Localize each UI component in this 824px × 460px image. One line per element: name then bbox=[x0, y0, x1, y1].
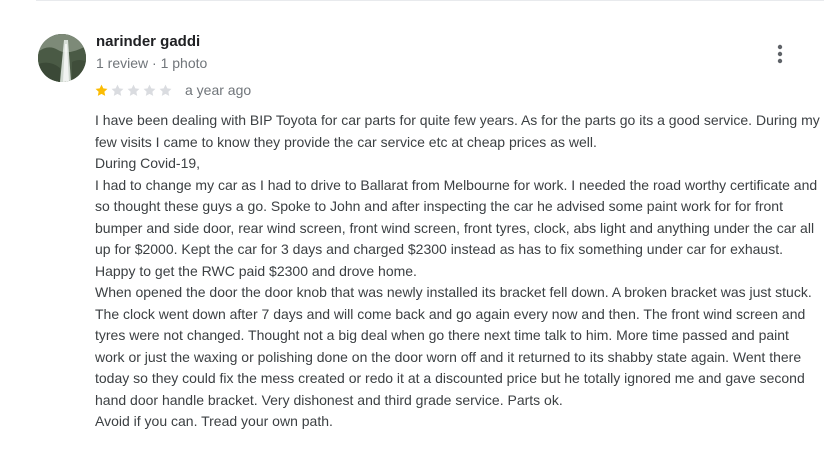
review-paragraph: I had to change my car as I had to drive… bbox=[95, 176, 818, 279]
star-empty-icon bbox=[143, 84, 156, 96]
review-paragraph: When opened the door the door knob that … bbox=[95, 284, 812, 408]
star-empty-icon bbox=[111, 84, 124, 96]
star-rating bbox=[94, 83, 173, 98]
review-paragraph: I have been dealing with BIP Toyota for … bbox=[95, 112, 820, 150]
more-options-button[interactable] bbox=[768, 40, 792, 68]
author-name[interactable]: narinder gaddi bbox=[96, 33, 200, 50]
review-card: narinder gaddi 1 review · 1 photo a year… bbox=[0, 0, 824, 460]
avatar-photo bbox=[38, 34, 86, 82]
review-text: I have been dealing with BIP Toyota for … bbox=[95, 110, 820, 433]
review-date: a year ago bbox=[185, 82, 252, 98]
star-empty-icon bbox=[127, 84, 140, 96]
review-paragraph: During Covid-19, bbox=[95, 155, 201, 171]
avatar[interactable] bbox=[38, 34, 86, 82]
author-meta: 1 review · 1 photo bbox=[96, 55, 208, 71]
rating-row: a year ago bbox=[94, 80, 251, 100]
star-empty-icon bbox=[159, 84, 172, 96]
star-filled-icon bbox=[95, 84, 108, 96]
review-paragraph: Avoid if you can. Tread your own path. bbox=[95, 413, 333, 429]
more-vert-icon bbox=[777, 44, 783, 64]
